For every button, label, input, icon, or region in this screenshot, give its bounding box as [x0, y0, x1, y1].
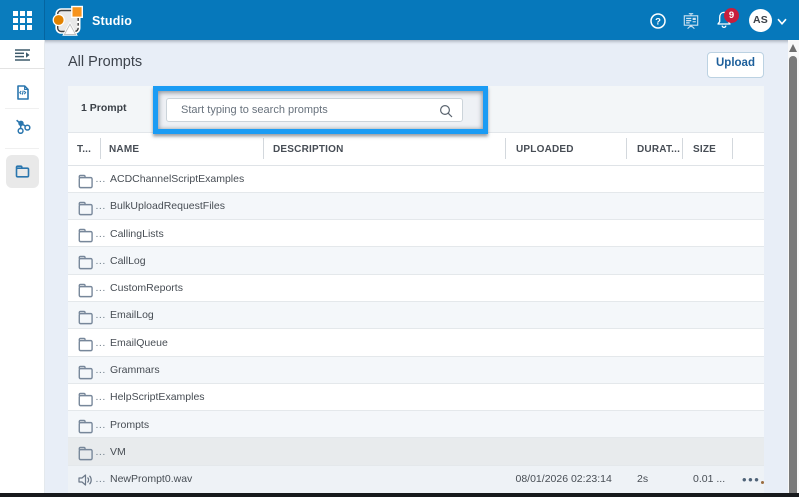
svg-text:?: ?	[655, 17, 661, 28]
